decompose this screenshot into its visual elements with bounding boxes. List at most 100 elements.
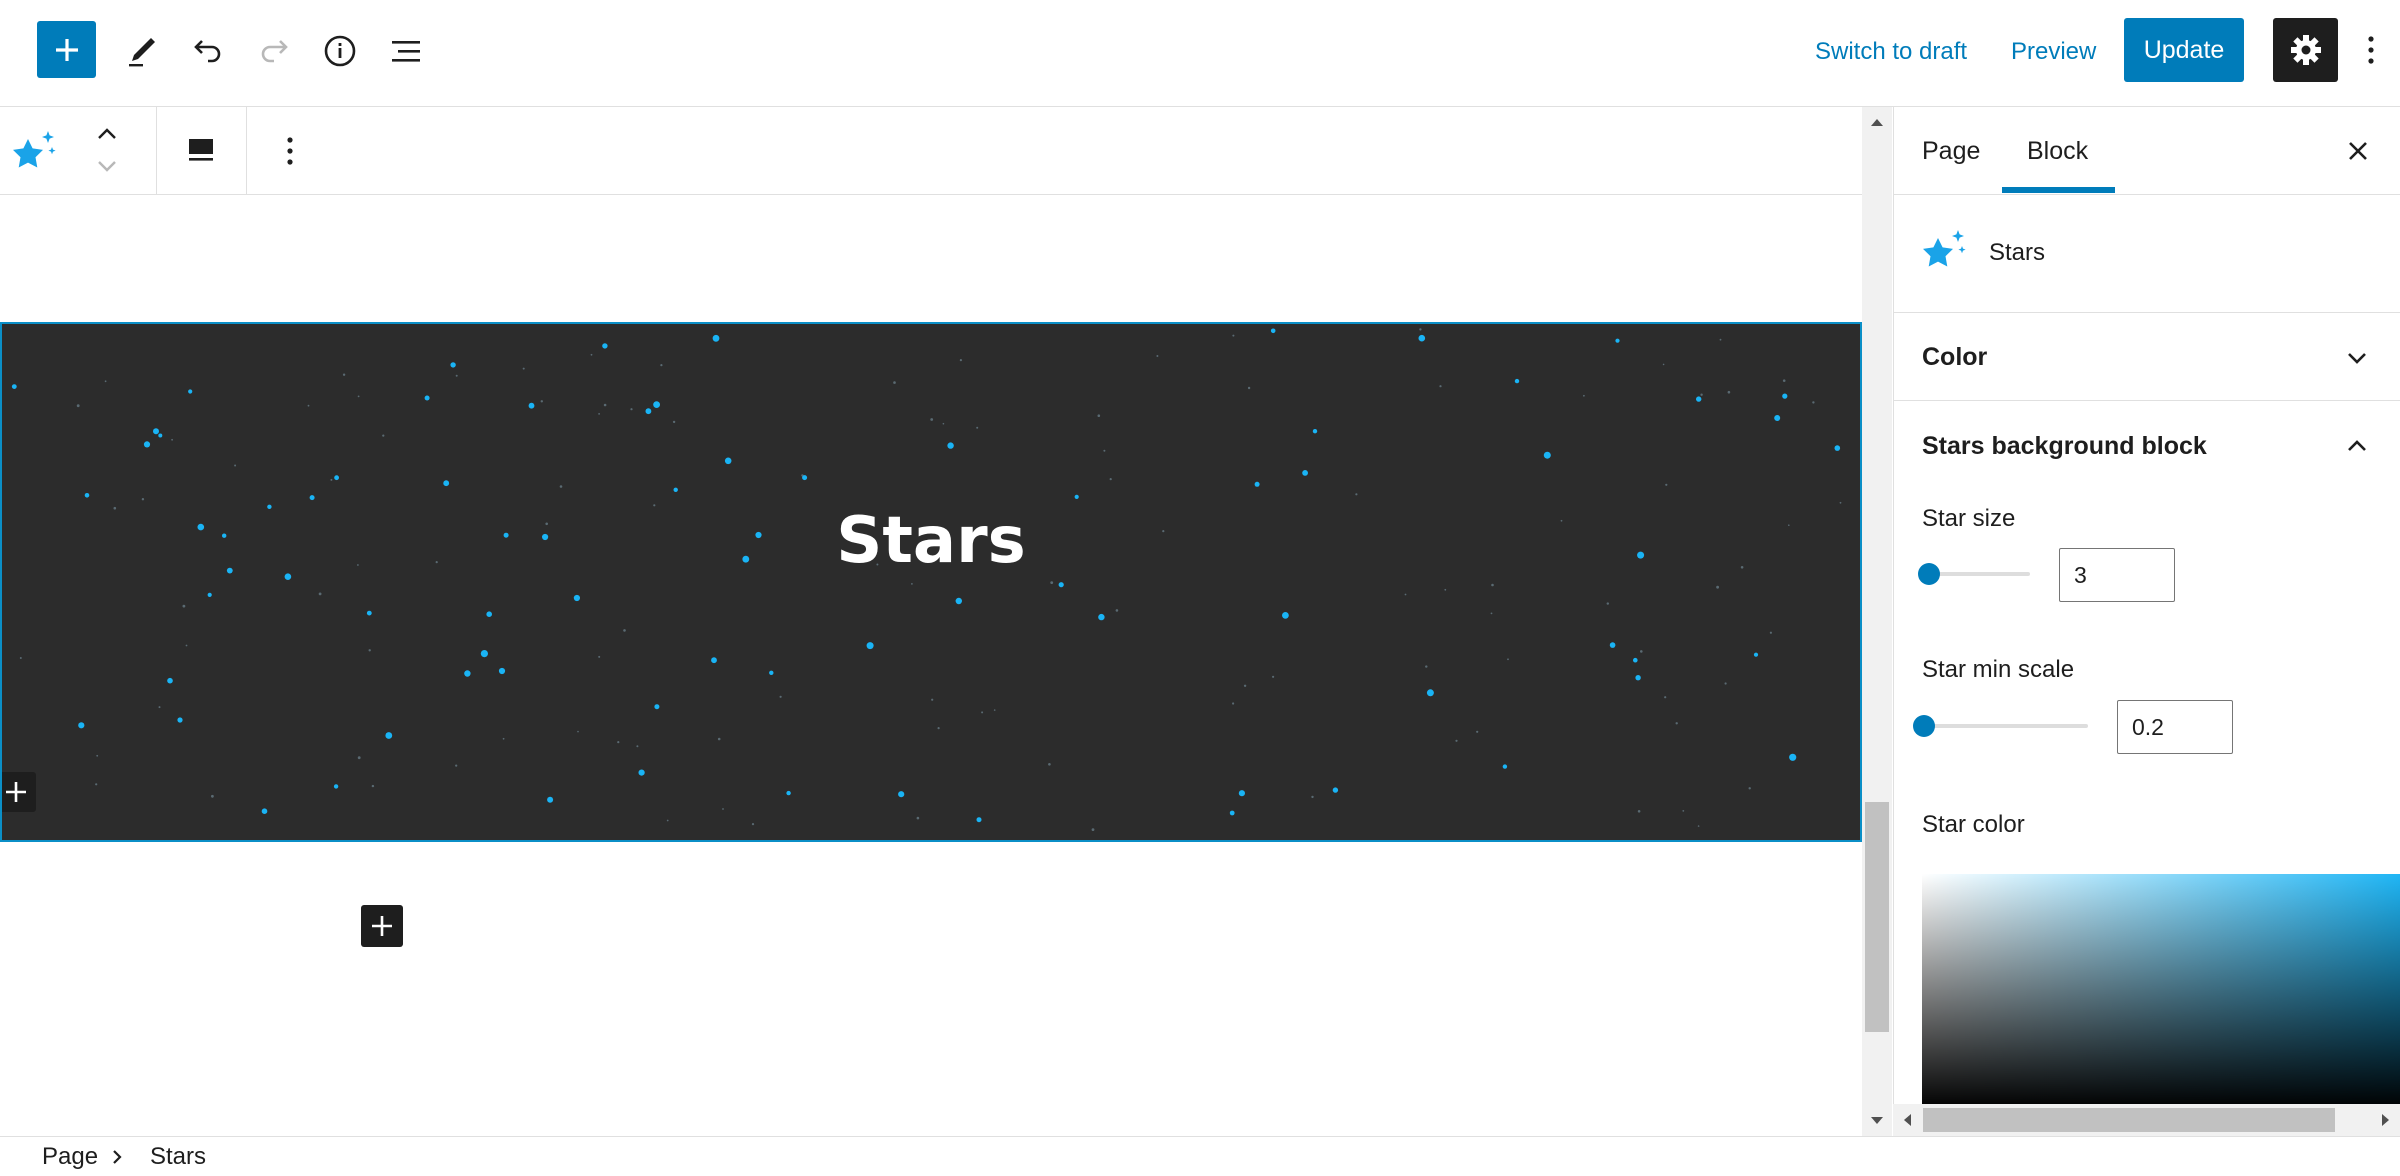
redo-button[interactable]	[246, 23, 302, 79]
block-inserter-button[interactable]	[37, 21, 96, 78]
breadcrumb-item-page[interactable]: Page	[42, 1137, 98, 1176]
scroll-left-arrow[interactable]	[1893, 1104, 1921, 1136]
move-down-button[interactable]	[92, 153, 122, 179]
star-size-slider-thumb[interactable]	[1918, 563, 1940, 585]
settings-button[interactable]	[2273, 18, 2338, 82]
star-dot	[930, 418, 934, 421]
star-dot	[480, 650, 488, 658]
tab-page[interactable]: Page	[1922, 107, 1980, 195]
color-panel-toggle[interactable]: Color	[1894, 313, 2400, 401]
preview-link[interactable]: Preview	[2011, 33, 2096, 71]
star-dot	[486, 611, 493, 617]
star-dot	[636, 745, 639, 748]
breadcrumb: Page Stars	[0, 1136, 2400, 1176]
align-button[interactable]	[180, 129, 222, 171]
star-color-label: Star color	[1922, 811, 2025, 838]
star-dot	[1455, 739, 1458, 742]
star-dot	[942, 422, 945, 425]
star-dot	[19, 657, 22, 659]
star-dot	[182, 604, 186, 608]
breadcrumb-item-stars[interactable]: Stars	[150, 1137, 206, 1176]
scroll-up-arrow[interactable]	[1862, 107, 1892, 137]
star-dot	[540, 400, 543, 403]
star-dot	[660, 364, 663, 367]
star-min-scale-slider-track[interactable]	[1924, 724, 2088, 728]
block-type-button[interactable]	[10, 127, 60, 177]
star-dot	[1156, 355, 1159, 357]
settings-sidebar: Page Block Stars Color Stars background …	[1893, 107, 2400, 1136]
tab-block[interactable]: Block	[2027, 107, 2088, 195]
sidebar-horizontal-scrollbar[interactable]	[1893, 1104, 2400, 1136]
starfield	[11, 328, 1842, 831]
star-dot	[1097, 414, 1101, 417]
star-dot	[981, 711, 984, 714]
star-dot	[931, 698, 934, 701]
stars-panel-toggle[interactable]: Stars background block	[1894, 401, 2400, 491]
update-button[interactable]: Update	[2124, 18, 2244, 82]
move-up-button[interactable]	[92, 121, 122, 147]
star-dot	[464, 670, 471, 677]
star-dot	[96, 754, 99, 757]
panel-title: Stars background block	[1922, 432, 2207, 460]
star-dot	[167, 677, 173, 684]
star-size-input[interactable]	[2059, 548, 2175, 602]
star-dot	[76, 404, 80, 408]
append-block-button[interactable]	[361, 905, 403, 947]
star-dot	[959, 359, 963, 362]
star-dot	[177, 717, 183, 723]
star-dot	[712, 334, 720, 342]
undo-button[interactable]	[180, 23, 236, 79]
star-dot	[153, 428, 159, 435]
scrollbar-thumb[interactable]	[1865, 802, 1889, 1032]
inner-block-inserter-button[interactable]	[2, 772, 36, 812]
details-button[interactable]	[312, 23, 368, 79]
star-min-scale-input[interactable]	[2117, 700, 2233, 754]
star-dot	[1727, 390, 1731, 394]
star-dot	[104, 380, 107, 383]
star-dot	[1426, 689, 1434, 697]
star-dot	[1074, 494, 1079, 499]
block-card: Stars	[1894, 195, 2400, 313]
star-dot	[722, 808, 724, 810]
star-dot	[1716, 585, 1719, 589]
star-dot	[1491, 583, 1494, 587]
star-dot	[1774, 415, 1781, 421]
star-size-slider-track[interactable]	[1930, 572, 2030, 576]
scrollbar-thumb[interactable]	[1923, 1108, 2335, 1132]
star-dot	[802, 475, 808, 481]
star-dot	[1355, 493, 1358, 496]
star-dot	[866, 642, 874, 650]
close-sidebar-button[interactable]	[2340, 133, 2376, 169]
list-view-button[interactable]	[378, 23, 434, 79]
scroll-down-arrow[interactable]	[1862, 1106, 1892, 1136]
star-dot	[1103, 449, 1106, 452]
switch-to-draft-link[interactable]: Switch to draft	[1815, 33, 1967, 71]
scroll-right-arrow[interactable]	[2372, 1104, 2400, 1136]
options-button[interactable]	[2356, 24, 2386, 76]
block-options-button[interactable]	[276, 133, 304, 169]
editor-canvas: Stars	[0, 195, 1862, 1136]
list-view-icon	[392, 41, 420, 62]
triangle-right-icon	[2382, 1114, 2389, 1126]
star-dot	[1606, 602, 1610, 605]
star-dot	[185, 644, 188, 647]
star-dot	[1583, 394, 1585, 397]
block-heading[interactable]: Stars	[2, 504, 1860, 578]
star-dot	[357, 756, 361, 760]
star-dot	[11, 384, 17, 389]
star-dot	[1238, 790, 1245, 797]
star-dot	[547, 796, 554, 803]
tools-button[interactable]	[114, 23, 170, 79]
star-dot	[1812, 401, 1815, 404]
star-dot	[366, 610, 372, 616]
stars-background-block[interactable]: Stars	[0, 322, 1862, 842]
star-color-picker[interactable]	[1922, 874, 2400, 1109]
star-dot	[1091, 828, 1095, 831]
triangle-down-icon	[1871, 1117, 1883, 1124]
star-min-scale-slider-thumb[interactable]	[1913, 715, 1935, 737]
star-dot	[976, 817, 982, 823]
canvas-scrollbar[interactable]	[1862, 107, 1892, 1136]
star-dot	[1425, 665, 1428, 668]
star-dot	[590, 353, 593, 356]
star-dot	[1098, 613, 1105, 621]
